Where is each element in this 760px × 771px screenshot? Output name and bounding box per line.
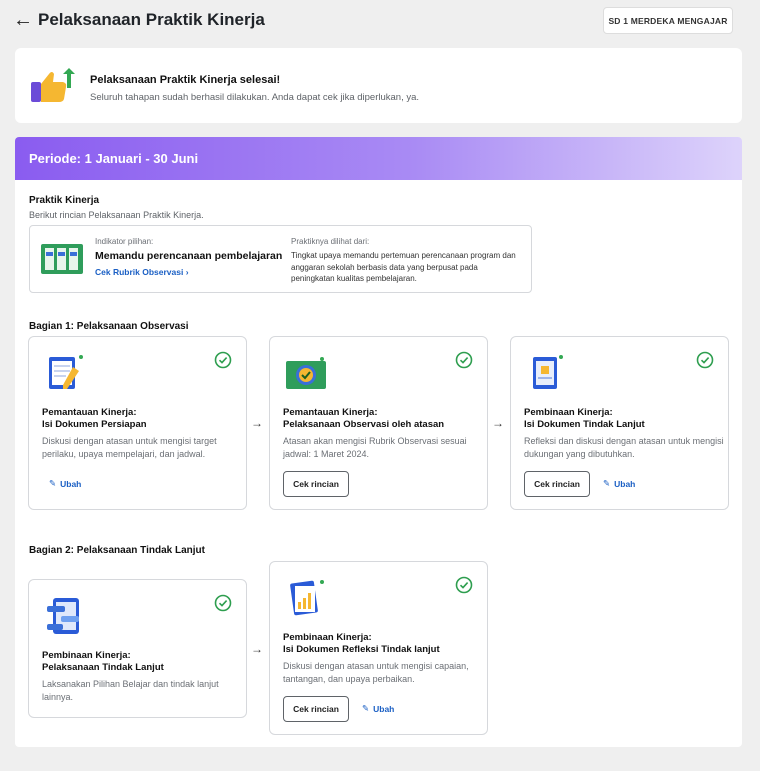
card-dokumen-persiapan: Pemantauan Kinerja: Isi Dokumen Persiapa…	[28, 336, 247, 510]
section-2-title: Bagian 2: Pelaksanaan Tindak Lanjut	[29, 545, 205, 556]
pencil-icon: ✎	[49, 478, 57, 488]
indicator-box: Indikator pilihan: Memandu perencanaan p…	[29, 225, 532, 293]
card-description: Diskusi dengan atasan untuk mengisi capa…	[283, 661, 469, 684]
edit-link-label: Ubah	[60, 478, 82, 489]
banner-title: Pelaksanaan Praktik Kinerja selesai!	[90, 74, 281, 86]
success-banner: Pelaksanaan Praktik Kinerja selesai! Sel…	[15, 48, 742, 123]
edit-link[interactable]: ✎ Ubah	[362, 703, 394, 714]
card-title-line2: Isi Dokumen Tindak Lanjut	[524, 419, 645, 430]
card-description: Laksanakan Pilihan Belajar dan tindak la…	[42, 679, 219, 702]
card-title-line2: Isi Dokumen Persiapan	[42, 419, 147, 430]
pencil-icon: ✎	[603, 478, 611, 488]
indicator-value: Memandu perencanaan pembelajaran	[95, 250, 283, 262]
page-title: Pelaksanaan Praktik Kinerja	[38, 10, 265, 29]
pencil-icon: ✎	[362, 703, 370, 713]
check-circle-icon	[214, 351, 232, 369]
document-chart-icon	[290, 580, 324, 616]
check-circle-icon	[455, 576, 473, 594]
card-title-line2: Pelaksanaan Observasi oleh atasan	[283, 419, 445, 430]
arrow-right-icon: →	[251, 642, 263, 656]
magnifier-check-icon	[286, 357, 326, 389]
praktik-title: Praktik Kinerja	[29, 195, 100, 206]
document-puzzle-icon	[533, 355, 563, 389]
back-arrow-icon[interactable]: ←	[13, 10, 33, 30]
edit-link-label: Ubah	[373, 703, 395, 714]
card-title-line2: Pelaksanaan Tindak Lanjut	[42, 662, 164, 673]
banner-subtitle: Seluruh tahapan sudah berhasil dilakukan…	[90, 92, 420, 103]
rubrik-link[interactable]: Cek Rubrik Observasi ›	[95, 267, 189, 277]
edit-link[interactable]: ✎ Ubah	[603, 478, 635, 489]
card-description: Atasan akan mengisi Rubrik Observasi ses…	[283, 436, 467, 459]
card-observasi: Pemantauan Kinerja: Pelaksanaan Observas…	[269, 336, 488, 510]
board-icon	[41, 244, 83, 274]
tablet-chat-icon	[47, 598, 79, 634]
card-pelaksanaan-tindak-lanjut: Pembinaan Kinerja: Pelaksanaan Tindak La…	[28, 579, 247, 718]
seen-label: Praktiknya dilihat dari:	[291, 237, 370, 246]
card-title-line1: Pemantauan Kinerja:	[42, 407, 137, 418]
cek-rincian-button[interactable]: Cek rincian	[283, 471, 349, 497]
card-description: Refleksi dan diskusi dengan atasan untuk…	[524, 436, 724, 459]
card-refleksi-tindak-lanjut: Pembinaan Kinerja: Isi Dokumen Refleksi …	[269, 561, 488, 735]
arrow-right-icon: →	[492, 416, 504, 430]
arrow-right-icon: →	[251, 416, 263, 430]
card-title-line1: Pembinaan Kinerja:	[283, 632, 372, 643]
document-pen-icon	[49, 355, 83, 389]
seen-text: Tingkat upaya memandu pertemuan perencan…	[291, 251, 516, 283]
card-title-line1: Pembinaan Kinerja:	[42, 650, 131, 661]
period-label: Periode: 1 Januari - 30 Juni	[29, 151, 199, 166]
cek-rincian-button[interactable]: Cek rincian	[524, 471, 590, 497]
edit-link[interactable]: ✎ Ubah	[49, 478, 81, 489]
indicator-label: Indikator pilihan:	[95, 237, 154, 246]
cek-rincian-button[interactable]: Cek rincian	[283, 696, 349, 722]
main-panel: Periode: 1 Januari - 30 Juni Praktik Kin…	[15, 137, 742, 747]
section-1-title: Bagian 1: Pelaksanaan Observasi	[29, 321, 189, 332]
rubrik-link-label: Cek Rubrik Observasi	[95, 267, 184, 277]
card-title-line2: Isi Dokumen Refleksi Tindak lanjut	[283, 644, 440, 655]
thumbs-up-icon	[31, 68, 75, 102]
period-header: Periode: 1 Januari - 30 Juni	[15, 137, 742, 180]
card-title-line1: Pemantauan Kinerja:	[283, 407, 378, 418]
praktik-subtitle: Berikut rincian Pelaksanaan Praktik Kine…	[29, 210, 204, 220]
card-description: Diskusi dengan atasan untuk mengisi targ…	[42, 436, 217, 459]
check-circle-icon	[214, 594, 232, 612]
card-title-line1: Pembinaan Kinerja:	[524, 407, 613, 418]
top-bar: ← Pelaksanaan Praktik Kinerja SD 1 MERDE…	[0, 0, 760, 42]
check-circle-icon	[696, 351, 714, 369]
card-tindak-lanjut: Pembinaan Kinerja: Isi Dokumen Tindak La…	[510, 336, 729, 510]
school-button[interactable]: SD 1 MERDEKA MENGAJAR	[603, 7, 733, 34]
check-circle-icon	[455, 351, 473, 369]
chevron-right-icon: ›	[185, 267, 189, 277]
edit-link-label: Ubah	[614, 478, 636, 489]
